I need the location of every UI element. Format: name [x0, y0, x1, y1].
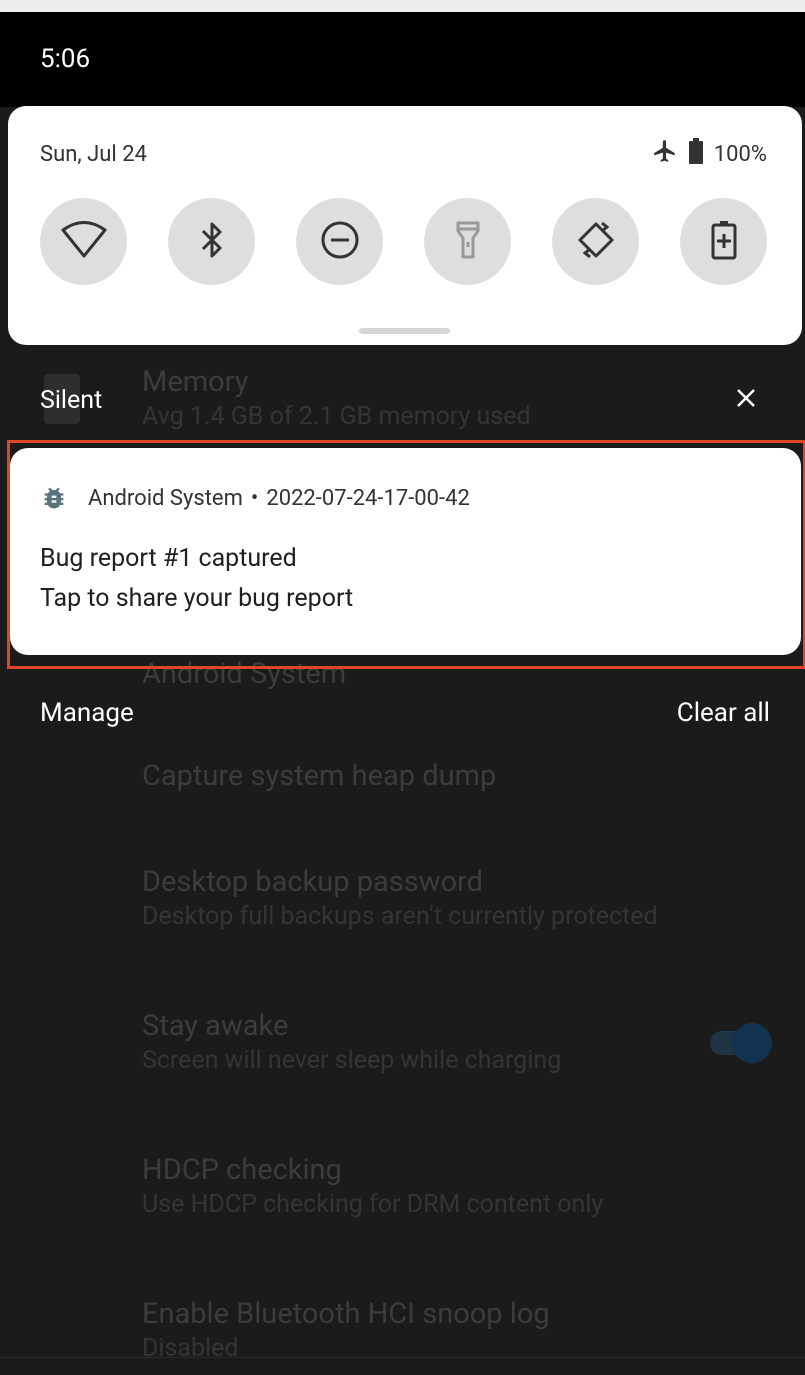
- desktop-backup-title: Desktop backup password: [142, 865, 483, 899]
- header-separator: •: [250, 485, 259, 511]
- flashlight-tile[interactable]: [424, 198, 511, 285]
- battery-saver-tile[interactable]: [680, 198, 767, 285]
- clock: 5:06: [40, 44, 91, 74]
- quick-settings-panel: Sun, Jul 24 100%: [8, 106, 802, 345]
- status-bar: 5:06: [0, 12, 805, 107]
- notification-header: Android System • 2022-07-24-17-00-42: [40, 484, 470, 512]
- qs-status: 100%: [652, 138, 767, 170]
- stay-awake-title: Stay awake: [142, 1009, 289, 1043]
- battery-saver-icon: [711, 220, 737, 264]
- manage-button[interactable]: Manage: [40, 698, 134, 728]
- wifi-icon: [61, 220, 107, 263]
- airplane-icon: [652, 138, 678, 170]
- desktop-backup-subtitle: Desktop full backups aren’t currently pr…: [142, 902, 658, 931]
- bt-snoop-subtitle: Disabled: [142, 1334, 239, 1363]
- divider: [0, 1357, 805, 1358]
- notification-text: Tap to share your bug report: [40, 584, 354, 613]
- wifi-tile[interactable]: [40, 198, 127, 285]
- close-silent-button[interactable]: [733, 387, 759, 413]
- battery-percentage: 100%: [713, 141, 767, 167]
- notification-app-name: Android System: [88, 485, 243, 511]
- auto-rotate-tile[interactable]: [552, 198, 639, 285]
- desktop-backup-setting[interactable]: Desktop backup password Desktop full bac…: [142, 864, 658, 934]
- bt-snoop-setting[interactable]: Enable Bluetooth HCI snoop log Disabled: [142, 1296, 550, 1366]
- dnd-tile[interactable]: [296, 198, 383, 285]
- qs-date[interactable]: Sun, Jul 24: [40, 142, 147, 167]
- bug-icon: [40, 484, 68, 512]
- screen: Memory Avg 1.4 GB of 2.1 GB memory used …: [0, 12, 805, 1375]
- heap-dump-title: Capture system heap dump: [142, 759, 497, 793]
- flashlight-icon: [455, 220, 481, 264]
- bug-report-notification[interactable]: Android System • 2022-07-24-17-00-42 Bug…: [10, 448, 801, 655]
- clear-all-button[interactable]: Clear all: [677, 698, 770, 728]
- close-icon: [735, 387, 757, 413]
- qs-tiles: [40, 198, 767, 285]
- hdcp-setting[interactable]: HDCP checking Use HDCP checking for DRM …: [142, 1152, 603, 1222]
- bluetooth-icon: [198, 220, 226, 264]
- battery-icon: [688, 138, 704, 170]
- memory-subtitle: Avg 1.4 GB of 2.1 GB memory used: [142, 402, 531, 431]
- stay-awake-subtitle: Screen will never sleep while charging: [142, 1046, 562, 1075]
- bluetooth-tile[interactable]: [168, 198, 255, 285]
- silent-section-label: Silent: [40, 386, 103, 415]
- notification-timestamp: 2022-07-24-17-00-42: [266, 485, 470, 511]
- hdcp-subtitle: Use HDCP checking for DRM content only: [142, 1190, 604, 1219]
- heap-dump-setting[interactable]: Capture system heap dump: [142, 758, 496, 794]
- auto-rotate-icon: [575, 219, 617, 265]
- memory-title: Memory: [142, 365, 249, 399]
- memory-setting[interactable]: Memory Avg 1.4 GB of 2.1 GB memory used: [142, 364, 531, 434]
- do-not-disturb-icon: [320, 220, 360, 264]
- drag-handle[interactable]: [359, 328, 450, 334]
- hdcp-title: HDCP checking: [142, 1153, 342, 1187]
- stay-awake-setting[interactable]: Stay awake Screen will never sleep while…: [142, 1008, 561, 1078]
- notification-title: Bug report #1 captured: [40, 544, 297, 573]
- bt-snoop-title: Enable Bluetooth HCI snoop log: [142, 1297, 550, 1331]
- stay-awake-toggle-thumb[interactable]: [732, 1023, 772, 1063]
